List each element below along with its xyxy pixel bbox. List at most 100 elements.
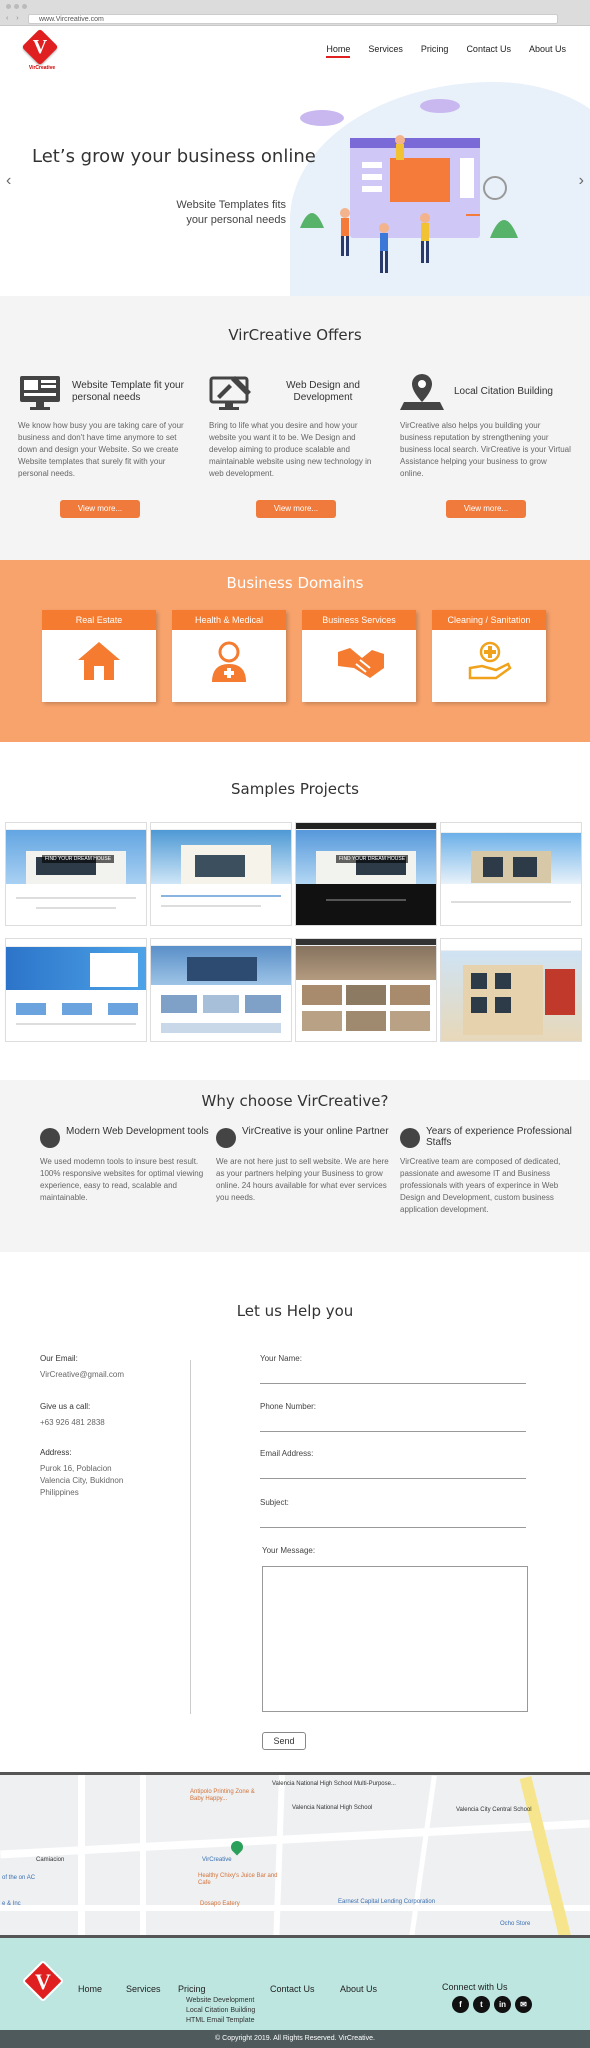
map-label: Dosapo Eatery (200, 1901, 240, 1907)
address-bar[interactable]: www.Vircreative.com (28, 14, 558, 24)
phone-value[interactable]: +63 926 481 2838 (40, 1417, 105, 1429)
offers-section: VirCreative Offers Website Template fit … (0, 296, 590, 560)
field-label: Phone Number: (260, 1402, 317, 1411)
map-label: Valencia National High School (292, 1805, 373, 1811)
nav-home[interactable]: Home (326, 44, 351, 58)
map-label: Ocho Store (500, 1921, 531, 1927)
view-more-button[interactable]: View more... (60, 500, 140, 518)
map-pin-icon (400, 374, 444, 410)
footer-nav-pricing[interactable]: Pricing (178, 1984, 206, 1994)
why-section: Why choose VirCreative? Modern Web Devel… (0, 1080, 590, 1252)
email-input[interactable] (260, 1463, 526, 1479)
hero-subtitle: Website Templates fits your personal nee… (130, 198, 286, 228)
domain-card-health[interactable]: Health & Medical (172, 610, 286, 702)
doctor-icon (212, 641, 246, 682)
view-more-button[interactable]: View more... (446, 500, 526, 518)
nav-pricing[interactable]: Pricing (421, 44, 449, 58)
browser-chrome: ‹ › www.Vircreative.com (0, 0, 590, 26)
sample-project-thumbnail[interactable] (295, 938, 437, 1042)
browser-nav-icons[interactable]: ‹ › (6, 15, 22, 22)
email-field[interactable]: Email Address: (260, 1449, 526, 1479)
sample-project-thumbnail[interactable] (150, 822, 292, 926)
location-map[interactable]: Valencia National High School Multi-Purp… (0, 1772, 590, 1938)
offer-title: Website Template fit your personal needs (72, 380, 184, 403)
send-button[interactable]: Send (262, 1732, 306, 1750)
nav-about[interactable]: About Us (529, 44, 566, 58)
name-input[interactable] (260, 1368, 526, 1384)
offer-title: Local Citation Building (454, 386, 553, 397)
slider-next-arrow-icon[interactable]: › (579, 172, 584, 190)
sample-project-thumbnail[interactable]: FIND YOUR DREAM HOUSE (295, 822, 437, 926)
slider-prev-arrow-icon[interactable]: ‹ (6, 172, 11, 190)
domain-card-cleaning[interactable]: Cleaning / Sanitation (432, 610, 546, 702)
map-label: Healthy Chixy's Juice Bar and Cafe (198, 1873, 278, 1886)
domains-title: Business Domains (226, 574, 364, 592)
domain-card-business[interactable]: Business Services (302, 610, 416, 702)
name-field[interactable]: Your Name: (260, 1354, 526, 1384)
facebook-icon[interactable]: f (452, 1996, 469, 2013)
map-label: Valencia National High School Multi-Purp… (272, 1781, 396, 1787)
thumbnail-banner-text: FIND YOUR DREAM HOUSE (336, 855, 409, 863)
field-label: Subject: (260, 1498, 289, 1507)
hero-title: Let’s grow your business online (32, 146, 316, 167)
subject-field[interactable]: Subject: (260, 1498, 526, 1528)
message-label: Your Message: (262, 1546, 316, 1555)
phone-input[interactable] (260, 1416, 526, 1432)
samples-title: Samples Projects (231, 780, 359, 798)
footer-nav-about[interactable]: About Us (340, 1984, 377, 1994)
why-item-description: VirCreative team are composed of dedicat… (400, 1157, 561, 1214)
map-label: Camiacion (36, 1857, 65, 1863)
nav-contact[interactable]: Contact Us (466, 44, 511, 58)
sample-project-thumbnail[interactable]: FIND YOUR DREAM HOUSE (5, 822, 147, 926)
offer-title: Web Design and Development (286, 380, 360, 403)
phone-field[interactable]: Phone Number: (260, 1402, 526, 1432)
footer-sub-link[interactable]: Website Development (186, 1996, 255, 2006)
business-domains-section: Business Domains Real Estate Health & Me… (0, 560, 590, 742)
why-item-title: VirCreative is your online Partner (242, 1126, 389, 1137)
footer-sub-link[interactable]: Local Citation Building (186, 2006, 255, 2016)
logo[interactable]: V VirCreative (21, 28, 60, 71)
address-line: Purok 16, Poblacion (40, 1464, 112, 1473)
call-label: Give us a call: (40, 1402, 91, 1411)
sample-project-thumbnail[interactable] (5, 938, 147, 1042)
contact-phone-block: Give us a call: +63 926 481 2838 (40, 1402, 105, 1429)
hero-subtitle-line2: your personal needs (186, 214, 286, 226)
footer-pricing-submenu: Website Development Local Citation Build… (186, 1996, 255, 2026)
thumbnail-banner-text: FIND YOUR DREAM HOUSE (42, 855, 115, 863)
copyright: © Copyright 2019. All Rights Reserved. V… (0, 2030, 590, 2048)
sample-project-thumbnail[interactable] (150, 938, 292, 1042)
contact-address-block: Address: Purok 16, Poblacion Valencia Ci… (40, 1448, 123, 1499)
why-item-description: We are not here just to sell website. We… (216, 1157, 389, 1202)
footer-nav-services[interactable]: Services (126, 1984, 161, 1994)
sample-project-thumbnail[interactable] (440, 938, 582, 1042)
footer-nav-home[interactable]: Home (78, 1984, 102, 1994)
window-dots (6, 4, 27, 9)
subject-input[interactable] (260, 1512, 526, 1528)
contact-title: Let us Help you (236, 1302, 354, 1320)
hero-slider: ‹ › Let’s grow your business online Webs… (0, 72, 590, 296)
domain-card-real-estate[interactable]: Real Estate (42, 610, 156, 702)
footer-logo[interactable]: V (20, 1959, 65, 2004)
twitter-icon[interactable]: t (473, 1996, 490, 2013)
map-label: of the on AC (2, 1875, 36, 1881)
map-label: Antipolo Printing Zone & Baby Happy... (190, 1789, 255, 1802)
logo-letter: V (35, 1969, 51, 1994)
email-value[interactable]: VirCreative@gmail.com (40, 1369, 124, 1381)
nav-services[interactable]: Services (368, 44, 403, 58)
linkedin-icon[interactable]: in (494, 1996, 511, 2013)
view-more-button[interactable]: View more... (256, 500, 336, 518)
address-line: Philippines (40, 1488, 79, 1497)
tools-icon (40, 1128, 60, 1148)
contact-section: Let us Help you Our Email: VirCreative@g… (0, 1252, 590, 1772)
top-nav: Home Services Pricing Contact Us About U… (326, 44, 566, 58)
samples-section: Samples Projects FIND YOUR DREAM HOUSE F… (0, 742, 590, 1080)
social-links: f t in ✉ (452, 1996, 532, 2013)
footer-nav-contact[interactable]: Contact Us (270, 1984, 315, 1994)
offer-description: VirCreative also helps you building your… (400, 421, 571, 478)
footer-sub-link[interactable]: HTML Email Template (186, 2016, 255, 2026)
domain-label: Real Estate (42, 610, 156, 630)
sample-project-thumbnail[interactable] (440, 822, 582, 926)
mail-icon[interactable]: ✉ (515, 1996, 532, 2013)
message-textarea[interactable] (262, 1566, 528, 1712)
offer-description: We know how busy you are taking care of … (18, 421, 184, 478)
